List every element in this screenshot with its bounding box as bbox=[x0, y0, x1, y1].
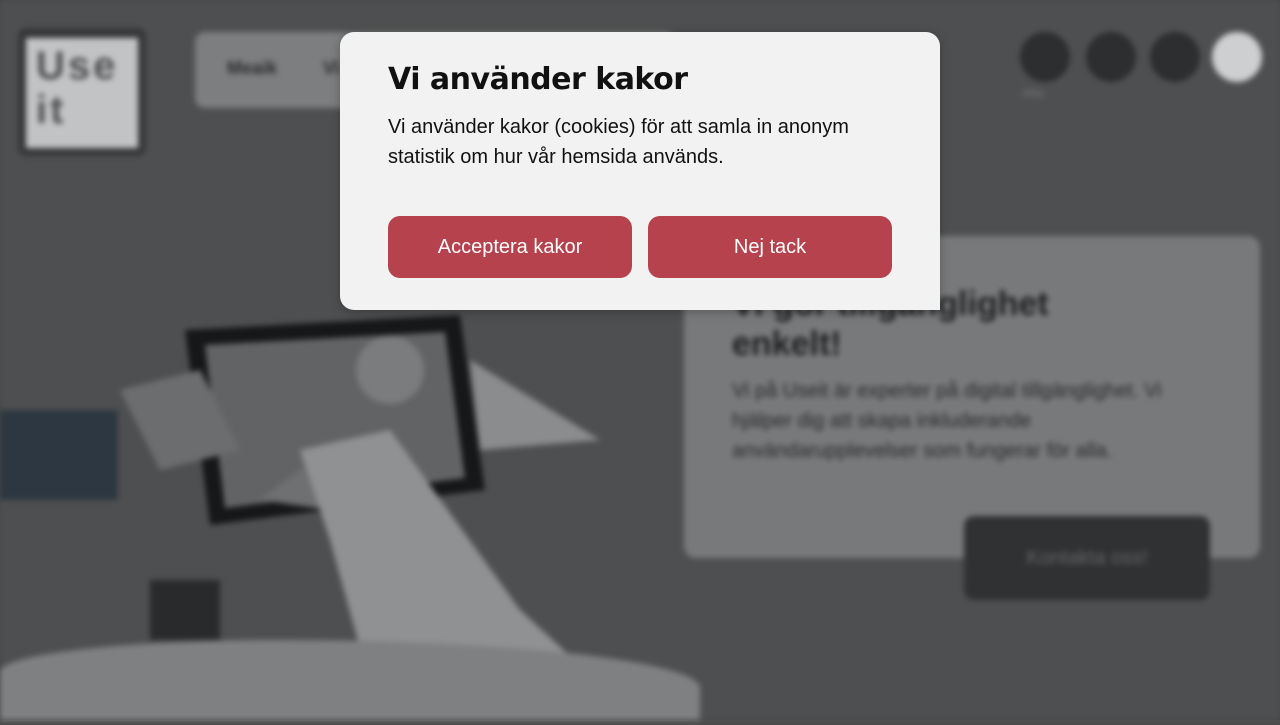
menu-icon[interactable] bbox=[1150, 32, 1200, 82]
contact-button[interactable]: Kontakta oss! bbox=[964, 516, 1210, 600]
flag-icon[interactable] bbox=[1020, 32, 1070, 82]
decline-cookies-button[interactable]: Nej tack bbox=[648, 216, 892, 278]
globe-icon[interactable] bbox=[1086, 32, 1136, 82]
cookie-dialog-text: Vi använder kakor (cookies) för att saml… bbox=[388, 116, 849, 168]
nav-link-1[interactable]: Meaik bbox=[227, 58, 277, 79]
site-logo-text: Use it bbox=[26, 38, 138, 148]
side-strip bbox=[0, 410, 118, 500]
cookie-dialog: Vi använder kakor Vi använder kakor (coo… bbox=[340, 32, 940, 310]
accept-cookies-button[interactable]: Acceptera kakor bbox=[388, 216, 632, 278]
cookie-dialog-title: Vi använder kakor bbox=[388, 62, 688, 97]
phone-icon[interactable] bbox=[1212, 32, 1262, 82]
language-label: Alla bbox=[1022, 86, 1045, 100]
nav-link-2[interactable]: Vi bbox=[323, 58, 340, 79]
hero-text: Vi på Useit är experter på digital tillg… bbox=[732, 380, 1162, 462]
site-logo: Use it bbox=[18, 28, 146, 156]
